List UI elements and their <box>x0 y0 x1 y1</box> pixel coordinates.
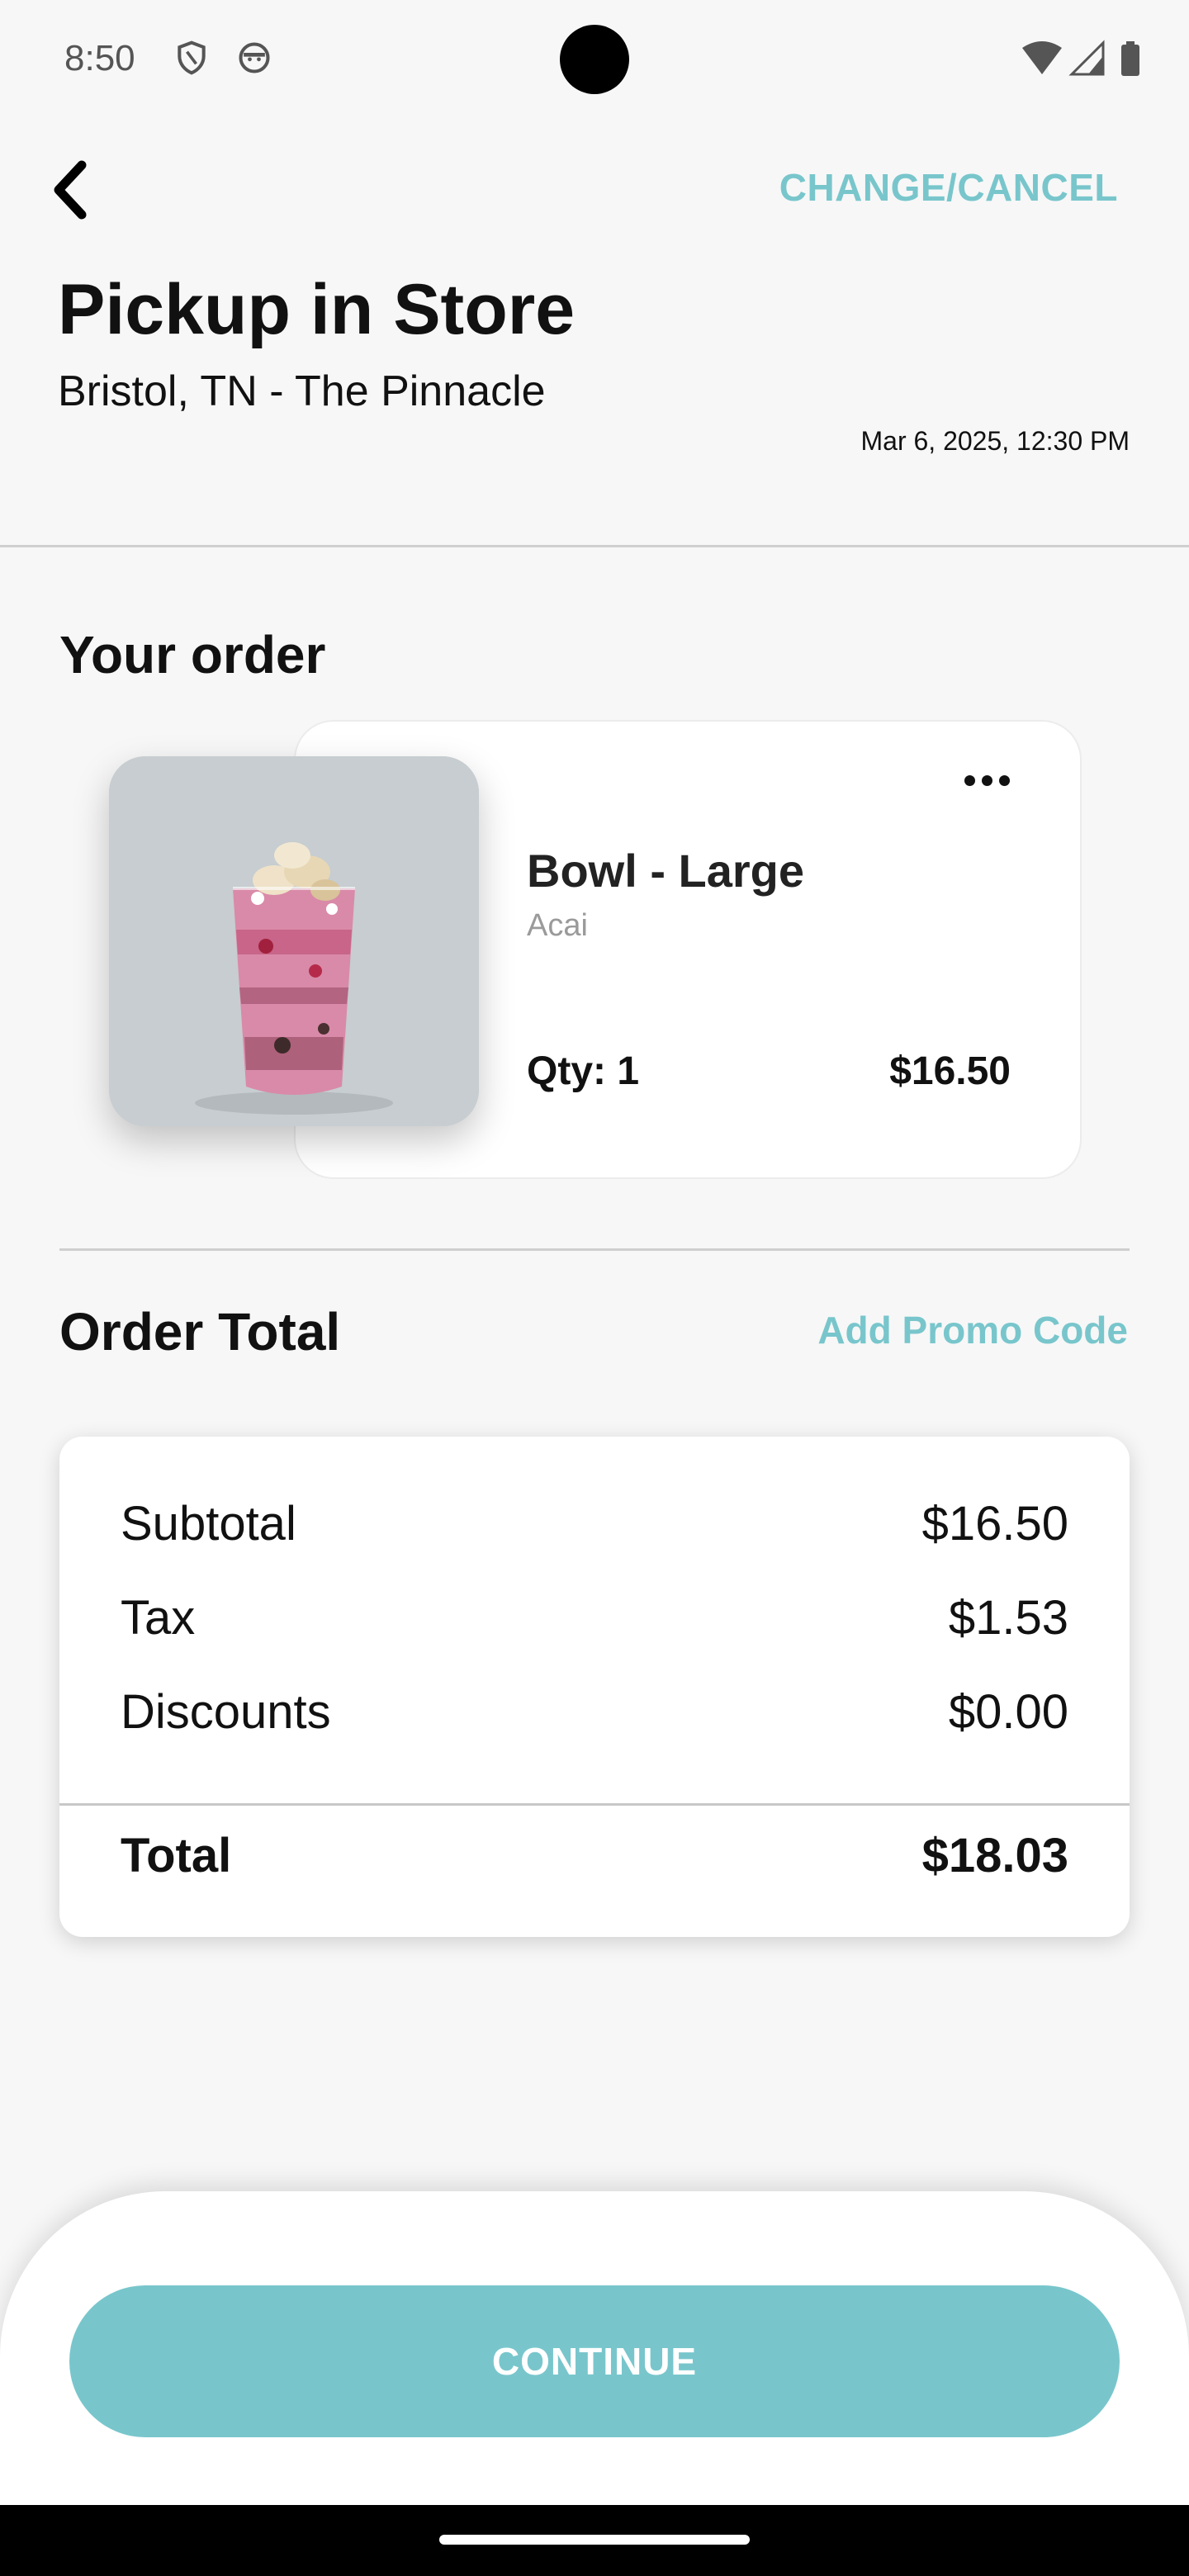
more-horizontal-icon <box>961 774 1013 786</box>
subtotal-value: $16.50 <box>921 1497 1068 1551</box>
home-gesture-handle[interactable] <box>439 2535 750 2545</box>
system-icons <box>1022 40 1139 76</box>
signal-icon <box>1068 40 1105 76</box>
order-total-title: Order Total <box>59 1302 341 1361</box>
tax-value: $1.53 <box>948 1591 1068 1645</box>
chevron-left-icon <box>54 160 87 220</box>
your-order-title: Your order <box>59 625 326 684</box>
pickup-time: Mar 6, 2025, 12:30 PM <box>860 426 1130 456</box>
wifi-icon <box>1022 41 1062 74</box>
store-name: Bristol, TN - The Pinnacle <box>58 367 546 415</box>
shield-icon <box>178 40 206 75</box>
back-button[interactable] <box>41 157 99 223</box>
product-image <box>109 756 479 1126</box>
item-subtitle: Acai <box>527 908 588 943</box>
order-summary-card: Subtotal $16.50 Tax $1.53 Discounts $0.0… <box>59 1437 1130 1937</box>
item-quantity: Qty: 1 <box>527 1049 640 1093</box>
divider <box>0 545 1189 547</box>
item-more-button[interactable] <box>958 760 1016 801</box>
discounts-value: $0.00 <box>948 1685 1068 1739</box>
face-icon <box>239 42 270 73</box>
add-promo-code-link[interactable]: Add Promo Code <box>817 1308 1128 1352</box>
total-label: Total <box>121 1829 232 1882</box>
tax-label: Tax <box>121 1591 196 1645</box>
item-name: Bowl - Large <box>527 845 805 897</box>
status-time: 8:50 <box>64 38 135 78</box>
total-value: $18.03 <box>921 1829 1068 1882</box>
subtotal-label: Subtotal <box>121 1497 296 1551</box>
divider <box>59 1248 1130 1251</box>
item-price: $16.50 <box>889 1049 1011 1093</box>
divider <box>59 1803 1130 1806</box>
continue-button[interactable]: CONTINUE <box>69 2285 1120 2437</box>
battery-icon <box>1121 41 1139 76</box>
change-cancel-link[interactable]: CHANGE/CANCEL <box>779 165 1118 210</box>
acai-cup-illustration <box>109 756 479 1126</box>
status-bar: 8:50 <box>0 0 1189 116</box>
page-title: Pickup in Store <box>58 270 576 349</box>
front-camera <box>560 25 629 94</box>
discounts-label: Discounts <box>121 1685 331 1739</box>
